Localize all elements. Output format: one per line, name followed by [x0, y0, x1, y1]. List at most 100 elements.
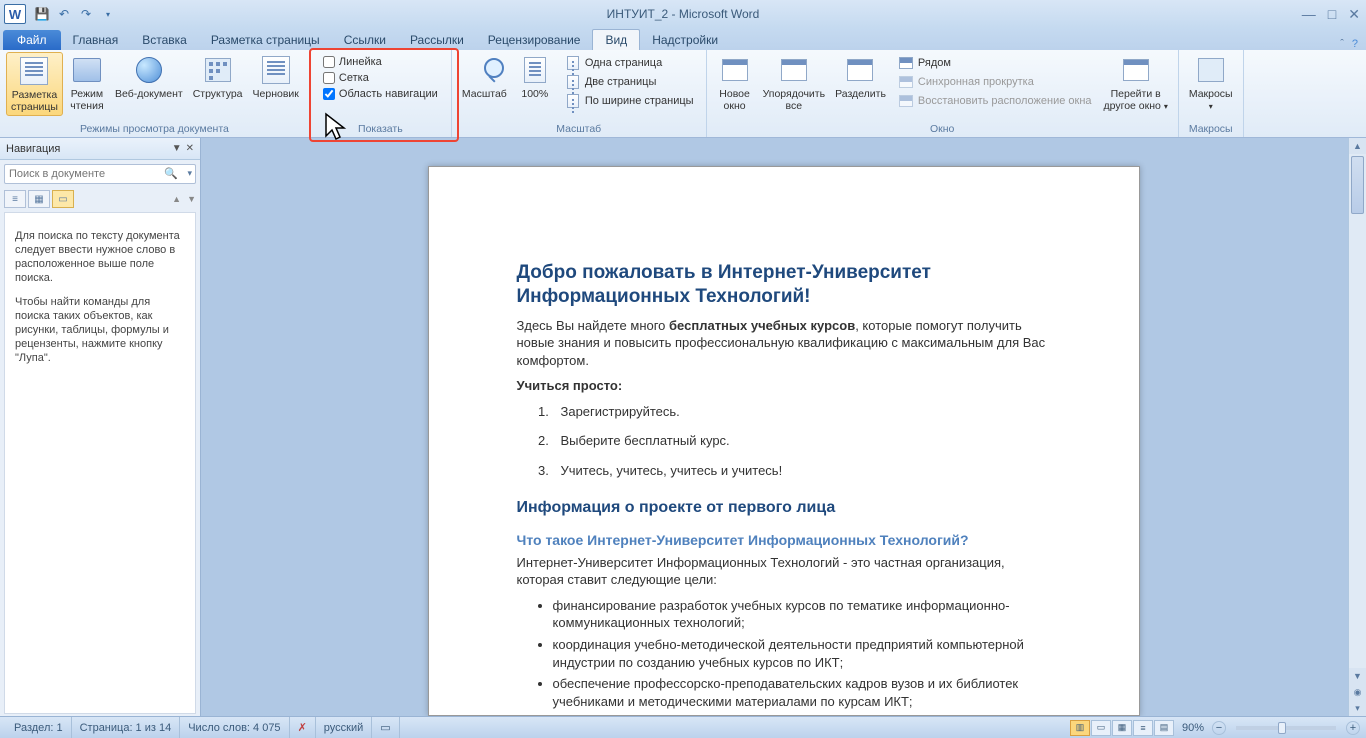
list-item: Учитесь, учитесь, учитесь и учитесь! — [553, 462, 1051, 480]
status-proofing[interactable]: ✗ — [290, 717, 316, 738]
window-controls: — □ ✕ — [1302, 6, 1360, 23]
status-track-changes[interactable]: ▭ — [372, 717, 399, 738]
new-window-button[interactable]: Новое окно — [713, 52, 757, 114]
nav-close-icon[interactable]: ✕ — [186, 143, 194, 154]
tab-page-layout[interactable]: Разметка страницы — [199, 30, 332, 50]
status-section[interactable]: Раздел: 1 — [6, 717, 72, 738]
view-draft-button[interactable]: ▤ — [1154, 720, 1174, 736]
group-label-window: Окно — [930, 123, 954, 137]
nav-tab-pages[interactable]: ▦ — [28, 190, 50, 208]
undo-icon[interactable]: ↶ — [56, 6, 72, 22]
web-layout-icon — [136, 57, 162, 83]
help-icon[interactable]: ? — [1352, 38, 1358, 50]
navigation-tabs: ≡ ▦ ▭ ▲ ▼ — [4, 190, 196, 208]
view-print-layout-button[interactable]: ▥ — [1070, 720, 1090, 736]
zoom-level[interactable]: 90% — [1182, 722, 1204, 734]
draft-icon — [262, 56, 290, 84]
redo-icon[interactable]: ↷ — [78, 6, 94, 22]
vertical-scrollbar[interactable]: ▲ ▼ ◉ ▾ — [1348, 138, 1366, 716]
tab-references[interactable]: Ссылки — [332, 30, 398, 50]
minimize-button[interactable]: — — [1302, 6, 1316, 23]
main-area: Навигация ▼ ✕ 🔍 ▾ ≡ ▦ ▭ ▲ ▼ Для поиска п… — [0, 138, 1366, 716]
scroll-up-icon[interactable]: ▲ — [1349, 138, 1366, 154]
title-bar: W 💾 ↶ ↷ ▾ ИНТУИТ_2 - Microsoft Word — □ … — [0, 0, 1366, 28]
doc-unordered-list: финансирование разработок учебных курсов… — [553, 597, 1051, 716]
save-icon[interactable]: 💾 — [34, 6, 50, 22]
status-page[interactable]: Страница: 1 из 14 — [72, 717, 181, 738]
doc-paragraph-2: Учиться просто: — [517, 377, 1051, 395]
list-item: Зарегистрируйтесь. — [553, 403, 1051, 421]
doc-paragraph-1: Здесь Вы найдете много бесплатных учебны… — [517, 317, 1051, 370]
browse-prev-icon[interactable]: ◉ — [1349, 684, 1366, 700]
doc-ordered-list: Зарегистрируйтесь. Выберите бесплатный к… — [553, 403, 1051, 480]
doc-heading-1: Добро пожаловать в Интернет-Университет … — [517, 261, 1051, 309]
scroll-thumb[interactable] — [1351, 156, 1364, 214]
maximize-button[interactable]: □ — [1328, 6, 1336, 23]
gridlines-checkbox[interactable]: Сетка — [323, 72, 438, 84]
browse-next-icon[interactable]: ▾ — [1349, 700, 1366, 716]
macros-button[interactable]: Макросы▾ — [1185, 52, 1237, 115]
search-icon[interactable]: 🔍 — [164, 167, 178, 180]
tab-view[interactable]: Вид — [592, 29, 640, 50]
draft-button[interactable]: Черновик — [249, 52, 303, 102]
one-page-button[interactable]: Одна страница — [563, 54, 696, 72]
qat-customize-icon[interactable]: ▾ — [100, 6, 116, 22]
outline-button[interactable]: Структура — [189, 52, 247, 102]
zoom-in-button[interactable]: + — [1346, 721, 1360, 735]
nav-next-icon[interactable]: ▼ — [187, 194, 196, 204]
status-word-count[interactable]: Число слов: 4 075 — [180, 717, 289, 738]
ribbon-minimize-icon[interactable]: ˆ — [1340, 38, 1344, 50]
sync-scroll-icon — [899, 76, 913, 88]
arrange-all-icon — [781, 59, 807, 81]
navigation-pane-header: Навигация ▼ ✕ — [0, 138, 200, 160]
view-reading-button[interactable]: ▭ — [1091, 720, 1111, 736]
ruler-checkbox[interactable]: Линейка — [323, 56, 438, 68]
switch-windows-button[interactable]: Перейти в другое окно ▾ — [1100, 52, 1172, 115]
zoom-button[interactable]: Масштаб — [458, 52, 511, 102]
view-web-button[interactable]: ▦ — [1112, 720, 1132, 736]
print-layout-button[interactable]: Разметка страницы — [6, 52, 63, 116]
app-icon[interactable]: W — [4, 4, 26, 24]
reset-window-pos-button: Восстановить расположение окна — [896, 92, 1094, 110]
nav-tab-headings[interactable]: ≡ — [4, 190, 26, 208]
switch-windows-icon — [1123, 59, 1149, 81]
navigation-pane-checkbox[interactable]: Область навигации — [323, 88, 438, 100]
split-button[interactable]: Разделить — [831, 52, 890, 102]
zoom-out-button[interactable]: − — [1212, 721, 1226, 735]
tab-home[interactable]: Главная — [61, 30, 131, 50]
view-outline-button[interactable]: ≡ — [1133, 720, 1153, 736]
group-macros: Макросы▾ Макросы — [1179, 50, 1244, 137]
page-width-button[interactable]: По ширине страницы — [563, 92, 696, 110]
arrange-all-button[interactable]: Упорядочить все — [759, 52, 829, 114]
zoom-100-button[interactable]: 100% — [513, 52, 557, 102]
web-layout-button[interactable]: Веб-документ — [111, 52, 187, 102]
group-show: Линейка Сетка Область навигации Показать — [310, 50, 452, 137]
tab-mailings[interactable]: Рассылки — [398, 30, 476, 50]
group-label-show: Показать — [358, 123, 403, 137]
tab-insert[interactable]: Вставка — [130, 30, 199, 50]
zoom-slider-thumb[interactable] — [1278, 722, 1286, 734]
two-pages-button[interactable]: Две страницы — [563, 73, 696, 91]
new-window-icon — [722, 59, 748, 81]
nav-prev-icon[interactable]: ▲ — [172, 194, 181, 204]
sync-scroll-button: Синхронная прокрутка — [896, 73, 1094, 91]
nav-dropdown-icon[interactable]: ▼ — [172, 143, 182, 154]
group-label-zoom: Масштаб — [556, 123, 601, 137]
file-tab[interactable]: Файл — [3, 30, 61, 50]
status-language[interactable]: русский — [316, 717, 372, 738]
group-window: Новое окно Упорядочить все Разделить Ряд… — [707, 50, 1179, 137]
scroll-down-icon[interactable]: ▼ — [1349, 668, 1366, 684]
macros-icon — [1198, 58, 1224, 82]
reading-view-button[interactable]: Режим чтения — [65, 52, 109, 114]
navigation-search: 🔍 ▾ — [4, 164, 196, 184]
close-button[interactable]: ✕ — [1348, 6, 1360, 23]
status-bar: Раздел: 1 Страница: 1 из 14 Число слов: … — [0, 716, 1366, 738]
tab-review[interactable]: Рецензирование — [476, 30, 593, 50]
nav-tab-results[interactable]: ▭ — [52, 190, 74, 208]
zoom-slider[interactable] — [1236, 726, 1336, 730]
side-by-side-icon — [899, 57, 913, 69]
tab-addins[interactable]: Надстройки — [640, 30, 730, 50]
document-page[interactable]: Добро пожаловать в Интернет-Университет … — [428, 166, 1140, 716]
search-dropdown-icon[interactable]: ▾ — [187, 168, 192, 179]
view-side-by-side-button[interactable]: Рядом — [896, 54, 1094, 72]
